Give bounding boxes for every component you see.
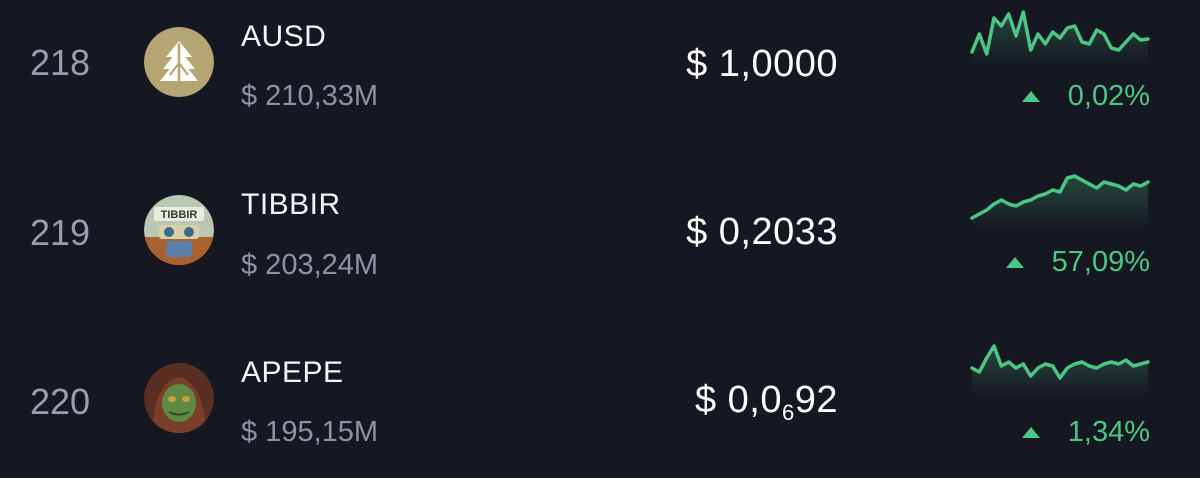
price-change: 57,09% bbox=[1005, 246, 1150, 278]
coin-list: 218 AUSD $ 210,33M $ 1,0000 0,02% 219 TI… bbox=[0, 0, 1200, 478]
price-change-value: 1,34% bbox=[1067, 416, 1150, 448]
up-triangle-icon bbox=[1021, 427, 1040, 438]
coin-name: TIBBIR bbox=[241, 188, 341, 221]
apepe-avatar-icon bbox=[144, 363, 214, 433]
price-change: 0,02% bbox=[1021, 80, 1150, 112]
market-cap: $ 210,33M bbox=[241, 80, 379, 112]
market-cap: $ 203,24M bbox=[241, 249, 379, 281]
rank-number: 220 bbox=[29, 381, 91, 422]
coin-name: APEPE bbox=[241, 356, 344, 389]
up-triangle-icon bbox=[1021, 91, 1040, 102]
sparkline-chart bbox=[970, 344, 1150, 398]
sparkline-chart bbox=[970, 174, 1150, 230]
sparkline-chart bbox=[970, 10, 1150, 64]
price-change: 1,34% bbox=[1021, 416, 1150, 448]
price-prefix: $ 0,0 bbox=[694, 379, 782, 421]
coin-price: $ 0,0692 bbox=[695, 381, 838, 424]
coin-price: $ 1,0000 bbox=[686, 43, 838, 85]
rank-number: 219 bbox=[29, 212, 91, 253]
rank-number: 218 bbox=[29, 42, 91, 83]
coin-row[interactable]: 220 APEPE $ 195,15M $ 0,0692 1,34% bbox=[0, 330, 1200, 478]
coin-row[interactable]: 218 AUSD $ 210,33M $ 1,0000 0,02% bbox=[0, 0, 1200, 150]
ausd-logo-icon bbox=[144, 27, 214, 97]
price-change-value: 57,09% bbox=[1051, 246, 1150, 278]
price-change-value: 0,02% bbox=[1067, 80, 1150, 112]
price-suffix: 92 bbox=[794, 379, 838, 421]
coin-price: $ 0,2033 bbox=[686, 211, 838, 253]
coin-name: AUSD bbox=[241, 20, 327, 53]
svg-text:TIBBIR: TIBBIR bbox=[161, 209, 198, 221]
up-triangle-icon bbox=[1005, 257, 1024, 268]
price-zero-count: 6 bbox=[781, 400, 795, 425]
market-cap: $ 195,15M bbox=[241, 416, 379, 448]
coin-row[interactable]: 219 TIBBIR TIBBIR $ 203,24M $ 0,2033 57,… bbox=[0, 160, 1200, 310]
tibbir-avatar-icon: TIBBIR bbox=[144, 195, 214, 265]
